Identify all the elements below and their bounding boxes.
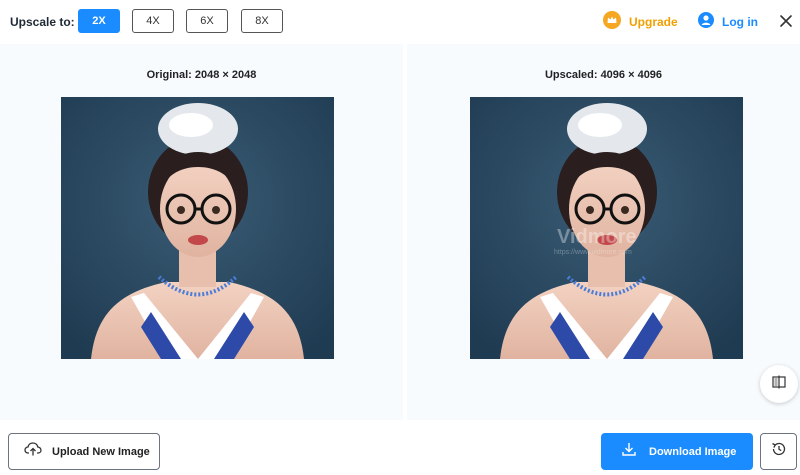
- login-label: Log in: [722, 15, 758, 29]
- watermark-brand: Vidmore: [557, 226, 637, 248]
- history-icon: [770, 440, 788, 463]
- download-icon: [621, 441, 637, 462]
- upscaled-image: Vidmore https://www.vidmore.com: [470, 97, 743, 359]
- upload-label: Upload New Image: [52, 445, 150, 458]
- original-caption: Original: 2048 × 2048: [146, 69, 257, 81]
- top-toolbar: Upscale to: 2X 4X 6X 8X Upgrade Log in: [0, 0, 800, 44]
- scale-2x-button[interactable]: 2X: [78, 9, 120, 33]
- upscale-label: Upscale to:: [10, 15, 75, 29]
- compare-button[interactable]: [760, 365, 798, 403]
- scale-6x-button[interactable]: 6X: [186, 9, 228, 33]
- user-icon: [698, 11, 714, 33]
- upscaled-panel: Upscaled: 4096 × 4096 Vidmore https://ww…: [407, 44, 800, 420]
- original-image: [61, 97, 334, 359]
- upscaled-caption: Upscaled: 4096 × 4096: [544, 69, 663, 81]
- close-icon[interactable]: [778, 13, 794, 29]
- scale-8x-button[interactable]: 8X: [241, 9, 283, 33]
- upload-new-image-button[interactable]: Upload New Image: [8, 433, 160, 470]
- download-label: Download Image: [649, 445, 737, 458]
- cloud-upload-icon: [24, 441, 42, 462]
- login-button[interactable]: Log in: [698, 11, 758, 33]
- download-image-button[interactable]: Download Image: [601, 433, 753, 470]
- watermark-url: https://www.vidmore.com: [554, 249, 632, 256]
- compare-icon: [771, 374, 787, 395]
- upgrade-label: Upgrade: [629, 15, 678, 29]
- upgrade-button[interactable]: Upgrade: [603, 10, 678, 34]
- crown-icon: [603, 10, 621, 34]
- original-panel: Original: 2048 × 2048: [0, 44, 403, 420]
- scale-4x-button[interactable]: 4X: [132, 9, 174, 33]
- history-button[interactable]: [760, 433, 797, 470]
- bottom-toolbar: Upload New Image Download Image: [0, 420, 800, 475]
